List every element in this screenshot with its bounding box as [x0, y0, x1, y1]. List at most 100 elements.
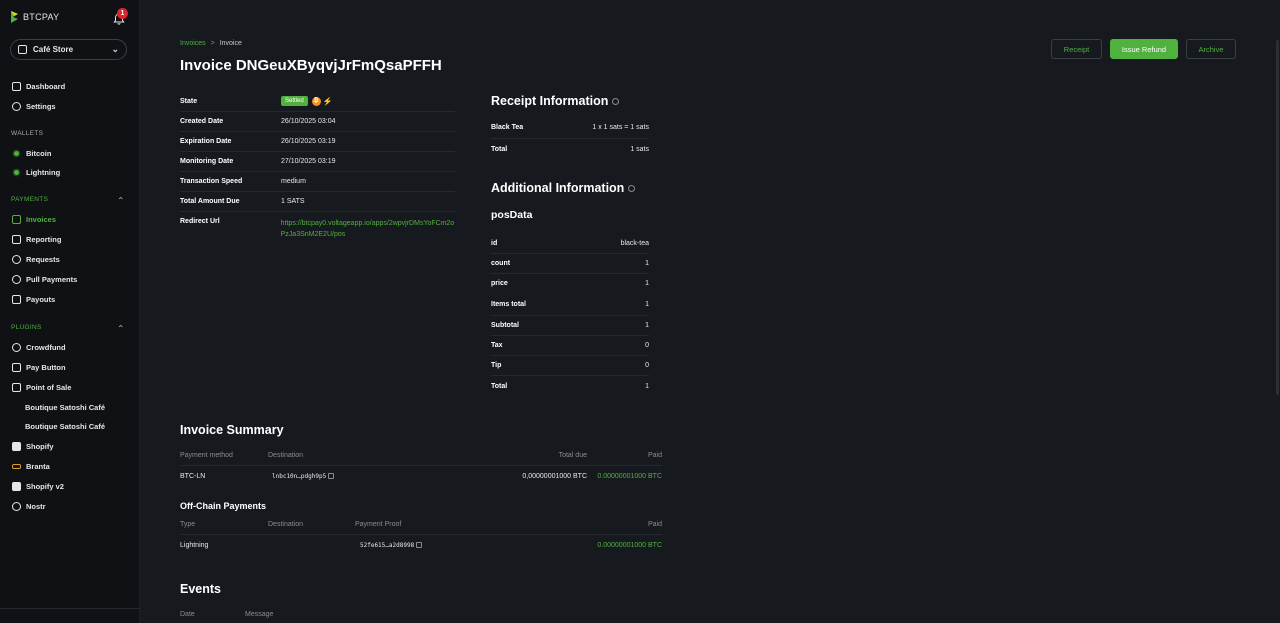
sidebar-item-label: Payouts [26, 295, 56, 304]
type-cell: Lightning [180, 541, 209, 549]
branta-icon [12, 464, 21, 469]
sidebar-item-settings[interactable]: Settings [12, 102, 56, 111]
sidebar-item-label: Lightning [26, 168, 61, 177]
crowdfund-icon [12, 343, 21, 352]
breadcrumb: Invoices > Invoice [180, 40, 242, 47]
heading-text: Additional Information [491, 181, 625, 195]
shopify-icon [12, 482, 21, 491]
sidebar-item-label: Crowdfund [26, 343, 66, 352]
table-row: Lightning 52fe615…a2d8998 0.00000001000 … [180, 535, 662, 555]
sidebar-item-branta[interactable]: Branta [12, 462, 50, 471]
receipt-item-label: Black Tea [491, 124, 524, 131]
off-chain-heading: Off-Chain Payments [180, 501, 267, 511]
detail-label: Monitoring Date [180, 158, 234, 165]
paid-cell: 0.00000001000 BTC [597, 541, 662, 549]
sidebar-item-reporting[interactable]: Reporting [12, 235, 61, 244]
store-selector[interactable]: Café Store ⌄ [10, 39, 127, 60]
sidebar-item-shopify-v2[interactable]: Shopify v2 [12, 482, 64, 491]
issue-refund-button[interactable]: Issue Refund [1110, 39, 1178, 59]
posdata-label: Tip [491, 362, 502, 369]
events-heading: Events [180, 582, 221, 596]
payment-method-cell: BTC-LN [180, 472, 206, 480]
detail-row: Expiration Date 26/10/2025 03:19 [180, 131, 455, 151]
requests-icon [12, 255, 21, 264]
breadcrumb-invoices-link[interactable]: Invoices [180, 40, 206, 47]
btcpay-logo[interactable]: BTCPAY [10, 10, 59, 24]
page-title: Invoice DNGeuXByqvjJrFmQsaPFFH [180, 57, 442, 74]
shopify-icon [12, 442, 21, 451]
sidebar-item-requests[interactable]: Requests [12, 255, 60, 264]
sidebar-item-point-of-sale[interactable]: Point of Sale [12, 383, 71, 392]
posdata-row: Tax 0 [491, 335, 649, 355]
posdata-table: id black-tea count 1 price 1 Items total 1 S… [491, 233, 649, 396]
column-header: Message [245, 610, 274, 618]
detail-row: Created Date 26/10/2025 03:04 [180, 111, 455, 131]
sidebar-item-label: Pay Button [26, 363, 66, 372]
heading-text: Receipt Information [491, 94, 609, 108]
receipt-button[interactable]: Receipt [1051, 39, 1102, 59]
sidebar-item-payouts[interactable]: Payouts [12, 295, 55, 304]
receipt-row: Total 1 sats [491, 138, 649, 159]
column-header: Type [180, 521, 196, 528]
sidebar-item-label: Boutique Satoshi Café [25, 422, 106, 431]
chevron-up-icon[interactable]: ⌄ [117, 322, 125, 333]
invoice-details: State Settled ₿ ⚡ Created Date 26/10/2025 03… [180, 91, 455, 240]
detail-label: Created Date [180, 118, 224, 125]
posdata-value: black-tea [620, 239, 649, 247]
sidebar-item-label: Point of Sale [26, 383, 72, 392]
sidebar-item-pos-app[interactable]: Boutique Satoshi Café [25, 422, 105, 431]
status-dot-icon [14, 151, 19, 156]
store-front-icon [12, 383, 21, 392]
reporting-icon [12, 235, 21, 244]
posdata-value: 0 [645, 362, 649, 369]
btcpay-logo-icon [11, 11, 18, 23]
sidebar-item-bitcoin[interactable]: Bitcoin [12, 149, 51, 158]
receipt-info-heading: Receipt Information [491, 94, 620, 108]
detail-label: Transaction Speed [180, 178, 243, 185]
receipt-table: Black Tea 1 x 1 sats = 1 sats Total 1 sats [491, 117, 649, 159]
payments-section-header[interactable]: PAYMENTS [11, 196, 48, 203]
posdata-label: id [491, 239, 498, 247]
scrollbar[interactable] [1276, 40, 1279, 395]
posdata-row: Items total 1 [491, 293, 649, 315]
off-chain-table: Type Destination Payment Proof Paid Ligh… [180, 515, 662, 555]
posdata-label: Tax [491, 342, 503, 349]
invoice-summary-table: Payment method Destination Total due Pai… [180, 446, 662, 486]
sidebar-item-crowdfund[interactable]: Crowdfund [12, 343, 66, 352]
sidebar-item-pay-button[interactable]: Pay Button [12, 363, 66, 372]
pull-payments-icon [12, 275, 21, 284]
posdata-row: Total 1 [491, 375, 649, 396]
copy-icon[interactable] [328, 472, 335, 479]
sidebar-item-label: Shopify v2 [26, 482, 64, 491]
store-icon [18, 45, 27, 54]
sidebar-item-lightning[interactable]: Lightning [12, 168, 60, 177]
posdata-row: price 1 [491, 273, 649, 293]
detail-value: 26/10/2025 03:04 [281, 118, 336, 125]
lightning-icon: ⚡ [322, 96, 333, 106]
detail-value: medium [281, 178, 306, 185]
sidebar-item-pos-app[interactable]: Boutique Satoshi Café [25, 403, 105, 412]
receipt-total-value: 1 sats [630, 145, 649, 153]
sidebar-item-shopify[interactable]: Shopify [12, 442, 54, 451]
info-icon[interactable] [628, 185, 636, 193]
archive-button[interactable]: Archive [1186, 39, 1236, 59]
posdata-row: id black-tea [491, 233, 649, 253]
sidebar-item-label: Reporting [26, 235, 62, 244]
bitcoin-icon: ₿ [311, 96, 321, 106]
sidebar-item-nostr[interactable]: Nostr [12, 502, 46, 511]
table-header: Date Message [180, 605, 662, 623]
total-due-cell: 0,00000001000 BTC [522, 472, 587, 480]
plugins-section-header[interactable]: PLUGINS [11, 324, 42, 331]
chevron-down-icon: ⌄ [111, 44, 119, 54]
info-icon[interactable] [612, 98, 620, 106]
invoice-summary-heading: Invoice Summary [180, 423, 284, 437]
status-dot-icon [14, 170, 19, 175]
sidebar-item-invoices[interactable]: Invoices [12, 215, 56, 224]
store-name: Café Store [33, 45, 74, 54]
sidebar-item-dashboard[interactable]: Dashboard [12, 82, 65, 91]
redirect-url-link[interactable]: https://btcpay0.voltageapp.io/apps/2wpvj… [281, 218, 455, 240]
wallets-section-header: WALLETS [11, 130, 44, 137]
sidebar-item-pull-payments[interactable]: Pull Payments [12, 275, 77, 284]
copy-icon[interactable] [416, 541, 423, 548]
chevron-up-icon[interactable]: ⌄ [117, 194, 125, 205]
